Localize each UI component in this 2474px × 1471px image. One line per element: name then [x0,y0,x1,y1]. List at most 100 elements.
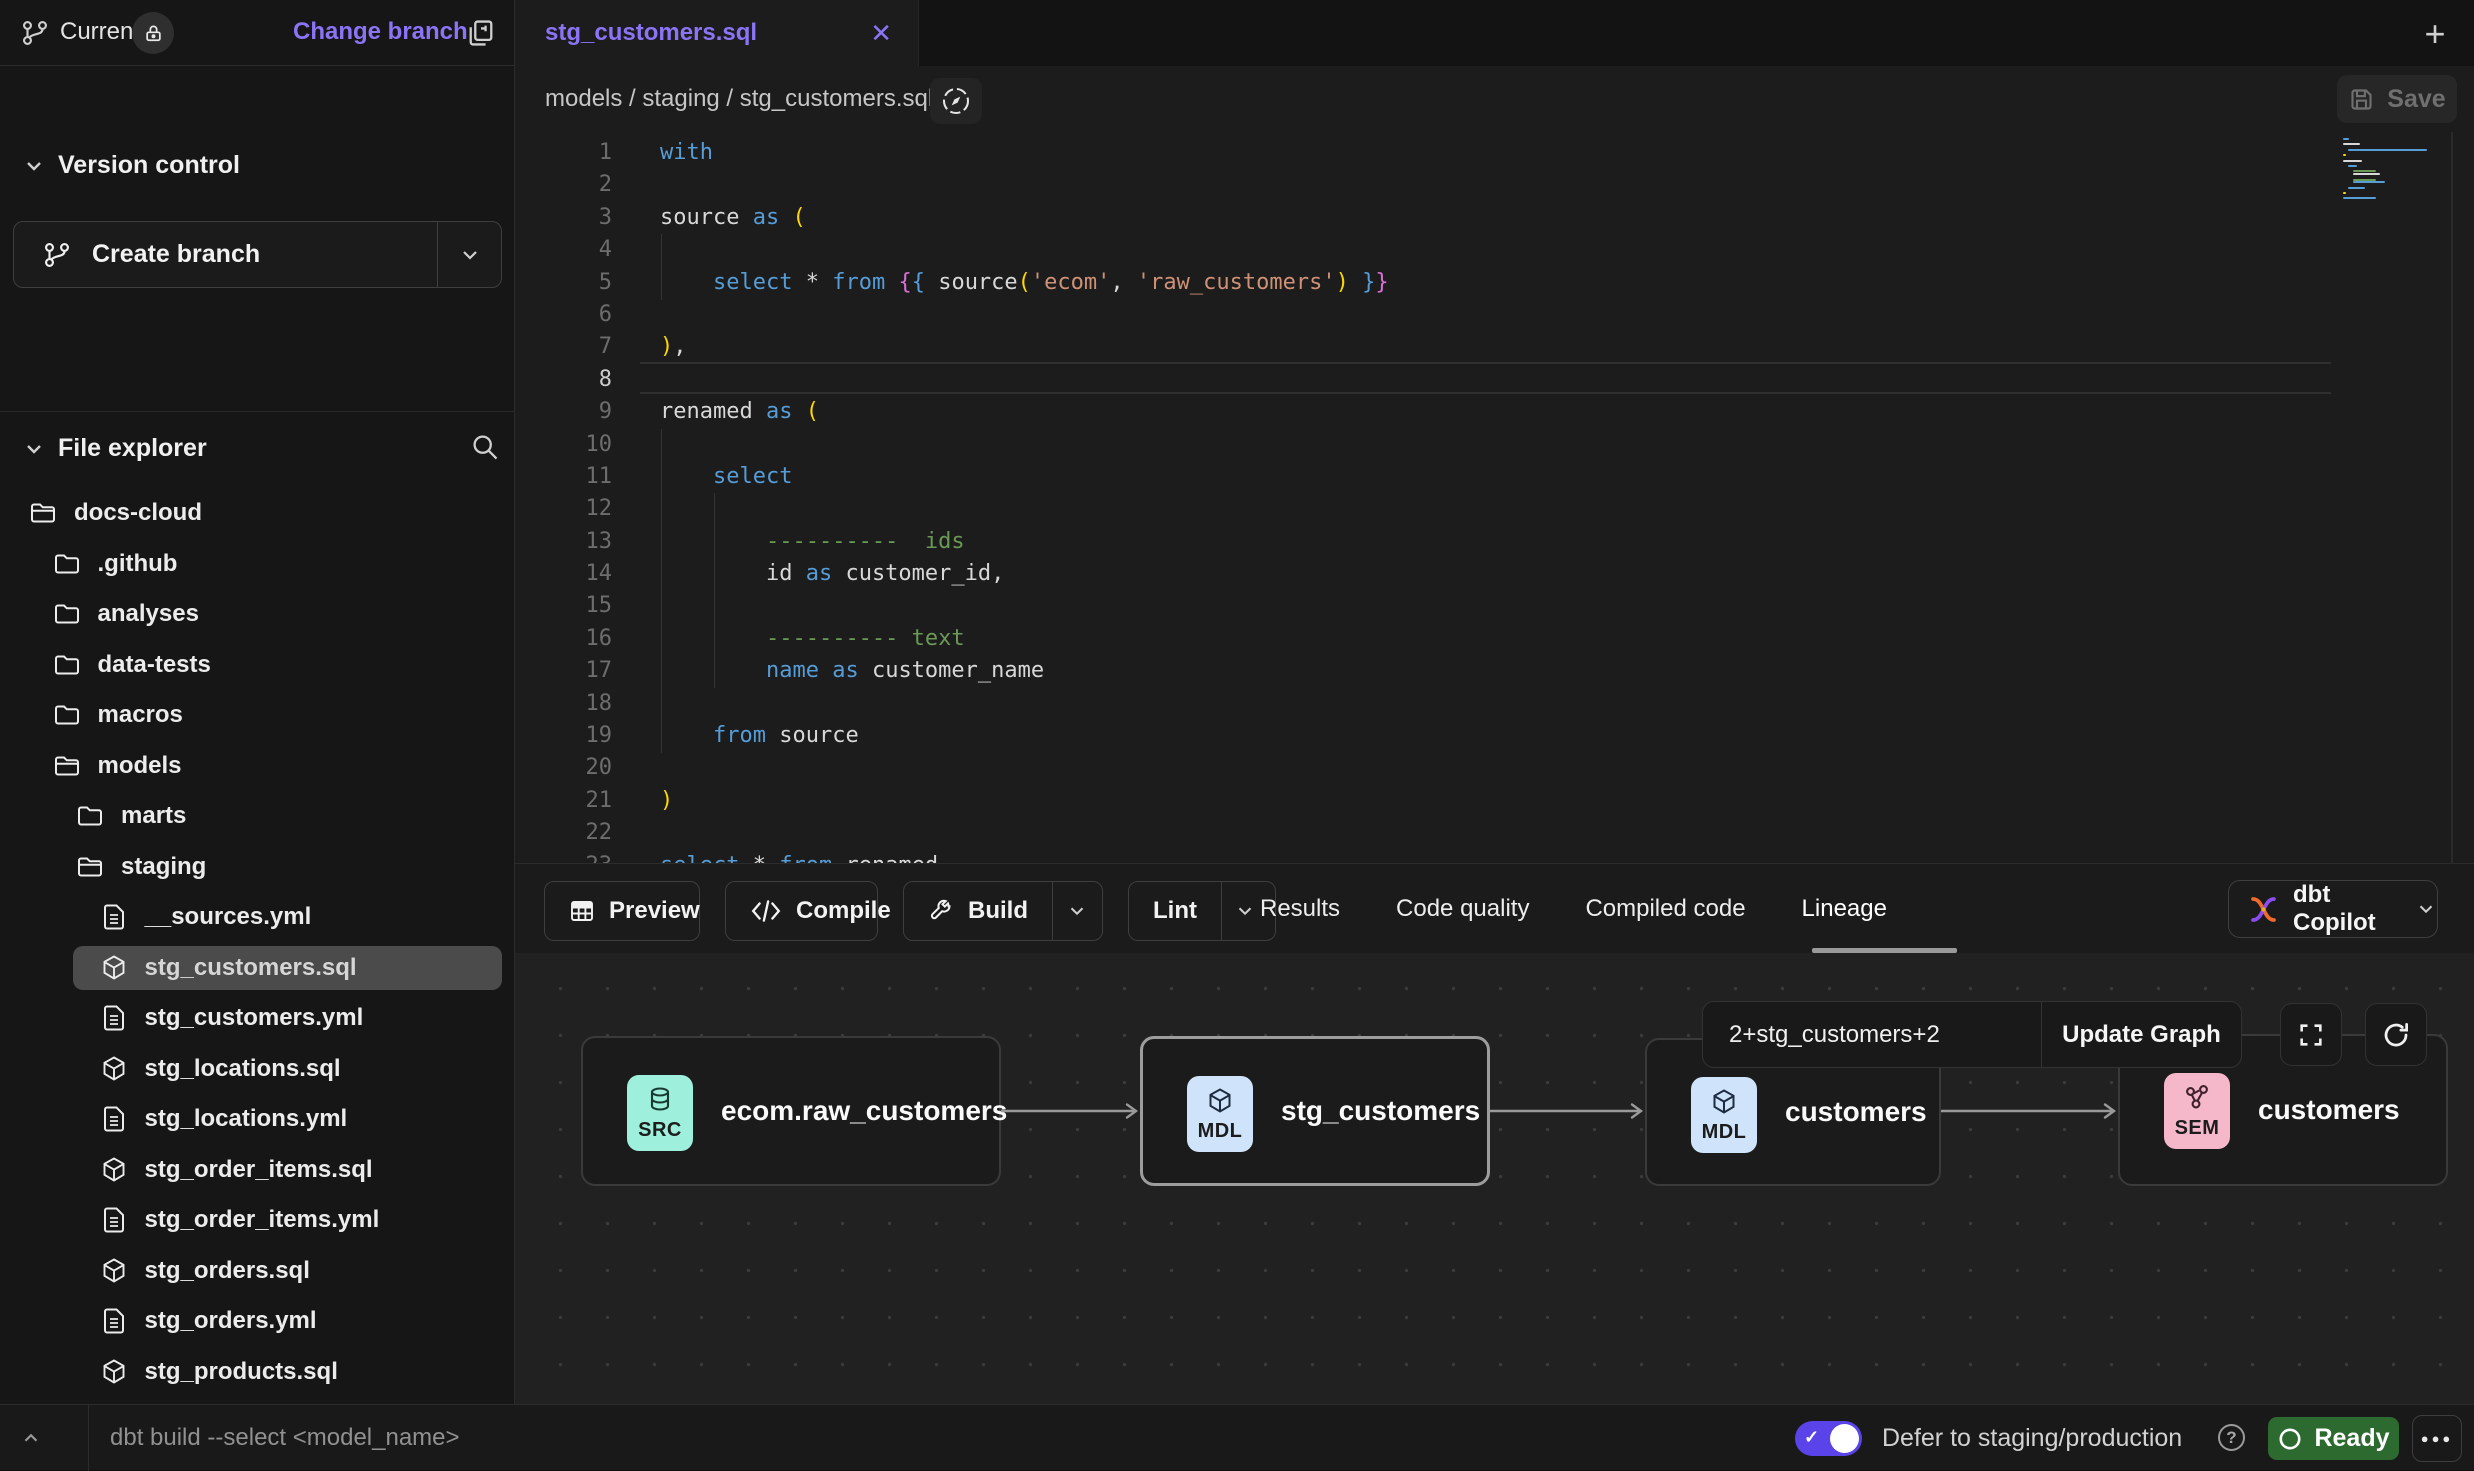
file-tree-item-stg-customers-sql[interactable]: stg_customers.sql [0,943,515,994]
code-line [660,364,1389,396]
code-line: source as ( [660,202,1389,234]
model-icon [99,1155,129,1185]
update-graph-button[interactable]: Update Graph [2041,1002,2241,1067]
build-button[interactable]: Build [903,881,1103,941]
line-number: 20 [515,752,612,784]
compile-button[interactable]: Compile [725,881,878,941]
node-label: customers [1785,1096,1927,1128]
folder-icon [75,801,105,831]
file-tree-item-stg-orders-sql[interactable]: stg_orders.sql [0,1246,515,1297]
build-dropdown[interactable] [1052,882,1100,940]
lineage-node-stg-customers[interactable]: MDLstg_customers [1140,1036,1490,1186]
model-icon [99,1256,129,1286]
preview-button[interactable]: Preview [544,881,700,941]
badge-label: SEM [2175,1117,2220,1140]
file-tree-item-analyses[interactable]: analyses [0,589,515,640]
tab-code-quality[interactable]: Code quality [1396,895,1529,923]
file-tree-label: stg_customers.yml [145,1004,364,1032]
create-branch-button[interactable]: Create branch [13,221,502,288]
refresh-icon [2381,1020,2411,1050]
create-branch-label: Create branch [92,240,260,269]
more-button[interactable]: ●●● [2412,1415,2462,1462]
lineage-arrow [1001,1100,1140,1122]
plus-icon: + [2424,13,2445,55]
cube-icon [1709,1087,1739,1117]
code-line [660,493,1389,525]
tab-results[interactable]: Results [1260,895,1340,923]
editor-tab[interactable]: stg_customers.sql ✕ [515,0,919,66]
lineage-node-ecom-raw-customers[interactable]: SRCecom.raw_customers [581,1036,1001,1186]
file-tree-item-stg-locations-sql[interactable]: stg_locations.sql [0,1044,515,1095]
file-tree-item-models[interactable]: models [0,741,515,792]
code-icon [750,898,782,924]
selector-input[interactable]: 2+stg_customers+2 [1703,1002,2041,1067]
navigate-button[interactable] [930,78,982,124]
tab-title: stg_customers.sql [545,19,757,47]
file-tree-label: marts [121,802,186,830]
file-tree-label: staging [121,853,206,881]
minimap-line [2348,165,2357,167]
lineage-selector-group: 2+stg_customers+2 Update Graph [1702,1001,2242,1068]
tab-close-icon[interactable]: ✕ [870,18,892,49]
help-icon[interactable]: ? [2218,1424,2245,1451]
gutter: 123456789101112131415161718192021222324 [515,137,612,914]
button-label: Build [968,897,1028,925]
command-input[interactable]: dbt build --select <model_name> [110,1405,460,1471]
file-explorer-title: File explorer [58,434,207,463]
code-lines[interactable]: withsource as ( select * from {{ source(… [660,137,1389,914]
minimap-line [2353,173,2381,175]
file-tree-item-docs-cloud[interactable]: docs-cloud [0,488,515,539]
file-tree-label: stg_products.sql [145,1358,338,1386]
line-number: 9 [515,396,612,428]
save-button[interactable]: Save [2337,75,2457,123]
line-number: 8 [515,364,612,396]
model-icon [99,953,129,983]
file-tree-item-stg-orders-yml[interactable]: stg_orders.yml [0,1296,515,1347]
minimap-line [2343,160,2362,162]
refresh-button[interactable] [2365,1003,2427,1066]
file-tree-item-stg-products-sql[interactable]: stg_products.sql [0,1347,515,1398]
line-number: 16 [515,623,612,655]
panel-tabs: Results Code quality Compiled code Lineage [1260,864,1887,953]
collapse-chevron-icon[interactable] [20,1427,42,1449]
version-control-title: Version control [58,151,240,180]
badge-label: SRC [638,1119,682,1142]
search-icon[interactable] [470,432,500,462]
copilot-icon [2247,893,2280,926]
save-icon [2348,86,2375,113]
new-tab-button[interactable]: + [2413,12,2457,56]
file-tree-item--sources-yml[interactable]: __sources.yml [0,892,515,943]
copy-icon[interactable] [465,17,497,49]
code-line [660,817,1389,849]
line-number: 15 [515,590,612,622]
line-number: 14 [515,558,612,590]
create-branch-dropdown[interactable] [437,222,501,287]
fullscreen-button[interactable] [2280,1003,2342,1066]
dbt-copilot-button[interactable]: dbt Copilot [2228,880,2438,938]
minimap-line [2348,187,2365,189]
file-tree-item-stg-order-items-sql[interactable]: stg_order_items.sql [0,1145,515,1196]
file-tree-item-stg-order-items-yml[interactable]: stg_order_items.yml [0,1195,515,1246]
code-line: ---------- text [660,623,1389,655]
code-line: ), [660,331,1389,363]
file-tree-item-data-tests[interactable]: data-tests [0,640,515,691]
file-tree-item-stg-customers-yml[interactable]: stg_customers.yml [0,993,515,1044]
change-branch-link[interactable]: Change branch [293,18,468,46]
code-line [660,234,1389,266]
file-tree-item-staging[interactable]: staging [0,842,515,893]
minimap[interactable] [2343,138,2447,208]
node-badge: SRC [627,1075,693,1151]
chevron-down-icon[interactable] [22,154,46,178]
chevron-down-icon[interactable] [22,437,46,461]
git-branch-icon [20,18,50,48]
lint-button[interactable]: Lint [1128,881,1276,941]
tab-compiled-code[interactable]: Compiled code [1585,895,1745,923]
file-tree-item-macros[interactable]: macros [0,690,515,741]
version-control-section: Version control Create branch [0,66,515,412]
defer-toggle[interactable]: ✓ [1795,1421,1862,1456]
file-tree-item-marts[interactable]: marts [0,791,515,842]
file-tree-item--github[interactable]: .github [0,539,515,590]
file-tree-item-stg-locations-yml[interactable]: stg_locations.yml [0,1094,515,1145]
ready-status-badge[interactable]: Ready [2268,1417,2399,1460]
tab-lineage[interactable]: Lineage [1802,895,1887,923]
